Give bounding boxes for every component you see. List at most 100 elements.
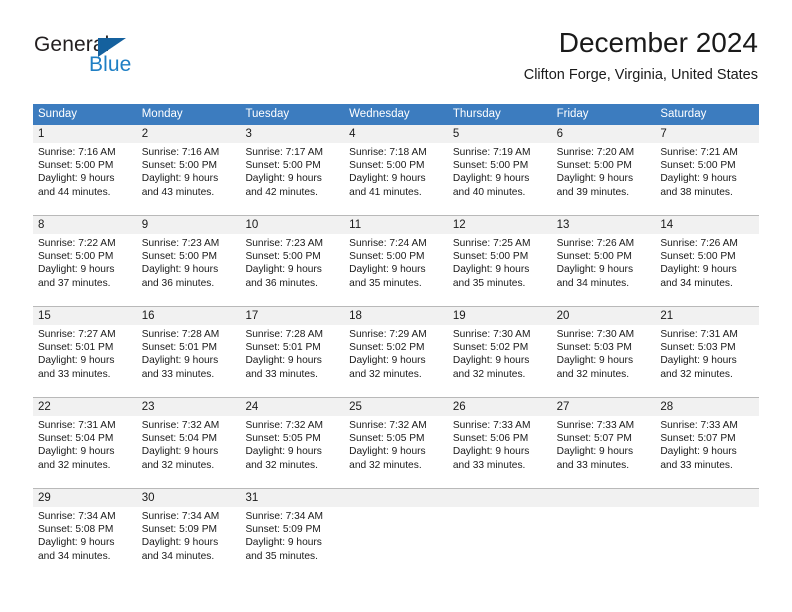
day-info-line: Sunset: 5:00 PM [141, 160, 218, 172]
day-info-line: and 32 minutes. [245, 459, 318, 471]
day-info-line: Sunset: 5:00 PM [452, 251, 529, 263]
general-blue-logo[interactable]: General Blue [34, 33, 224, 79]
day-cell[interactable]: Sunrise: 7:20 AM Sunset: 5:00 PM Daylight:… [552, 143, 656, 215]
day-cell[interactable]: Sunrise: 7:34 AM Sunset: 5:08 PM Daylight:… [33, 507, 137, 579]
day-number[interactable]: 4 [344, 125, 448, 143]
day-cell[interactable]: Sunrise: 7:34 AM Sunset: 5:09 PM Daylight:… [240, 507, 344, 579]
day-cell[interactable]: Sunrise: 7:29 AM Sunset: 5:02 PM Daylight:… [344, 325, 448, 397]
day-number[interactable]: 28 [655, 398, 759, 416]
day-number[interactable]: 16 [137, 307, 241, 325]
week-daynumber-band: 15 16 17 18 19 20 21 [33, 307, 759, 325]
day-cell[interactable]: Sunrise: 7:25 AM Sunset: 5:00 PM Daylight:… [448, 234, 552, 306]
day-number[interactable]: 14 [655, 216, 759, 234]
day-number[interactable]: 15 [33, 307, 137, 325]
day-info-line: and 32 minutes. [556, 368, 630, 380]
day-number[interactable]: 26 [448, 398, 552, 416]
day-cell[interactable]: Sunrise: 7:24 AM Sunset: 5:00 PM Daylight:… [344, 234, 448, 306]
day-number[interactable]: 27 [552, 398, 656, 416]
day-cell[interactable]: Sunrise: 7:21 AM Sunset: 5:00 PM Daylight:… [655, 143, 759, 215]
day-info-line: Daylight: 9 hours [141, 264, 219, 276]
day-cell[interactable]: Sunrise: 7:26 AM Sunset: 5:00 PM Daylight:… [552, 234, 656, 306]
page-title: December 2024 [558, 27, 758, 58]
day-number[interactable]: 23 [137, 398, 241, 416]
day-number-empty [655, 489, 759, 507]
day-number[interactable]: 10 [240, 216, 344, 234]
day-cell[interactable]: Sunrise: 7:23 AM Sunset: 5:00 PM Daylight:… [137, 234, 241, 306]
week-detail-band: Sunrise: 7:31 AM Sunset: 5:04 PM Daylight:… [33, 416, 759, 488]
day-info-line: Daylight: 9 hours [660, 446, 737, 458]
day-number[interactable]: 25 [344, 398, 448, 416]
day-info-line: Sunrise: 7:33 AM [660, 420, 738, 431]
day-number[interactable]: 21 [655, 307, 759, 325]
day-cell[interactable]: Sunrise: 7:32 AM Sunset: 5:05 PM Daylight:… [240, 416, 344, 488]
day-number[interactable]: 19 [448, 307, 552, 325]
day-info-line: Sunrise: 7:31 AM [38, 420, 116, 431]
day-cell[interactable]: Sunrise: 7:28 AM Sunset: 5:01 PM Daylight:… [137, 325, 241, 397]
day-number[interactable]: 6 [552, 125, 656, 143]
day-number[interactable]: 9 [137, 216, 241, 234]
day-cell[interactable]: Sunrise: 7:31 AM Sunset: 5:04 PM Daylight:… [33, 416, 137, 488]
day-number[interactable]: 22 [33, 398, 137, 416]
day-info-line: Daylight: 9 hours [141, 537, 219, 549]
day-number[interactable]: 7 [655, 125, 759, 143]
day-number[interactable]: 5 [448, 125, 552, 143]
day-cell[interactable]: Sunrise: 7:31 AM Sunset: 5:03 PM Daylight:… [655, 325, 759, 397]
day-number[interactable]: 12 [448, 216, 552, 234]
day-number-empty [552, 489, 656, 507]
page-header: General Blue December 2024 Clifton Forge… [0, 0, 792, 100]
day-cell[interactable]: Sunrise: 7:27 AM Sunset: 5:01 PM Daylight:… [33, 325, 137, 397]
day-info-line: and 32 minutes. [452, 368, 526, 380]
day-cell[interactable]: Sunrise: 7:33 AM Sunset: 5:07 PM Daylight:… [655, 416, 759, 488]
day-info-line: Sunset: 5:00 PM [660, 251, 736, 263]
day-info-line: Sunrise: 7:16 AM [38, 147, 116, 158]
day-cell[interactable]: Sunrise: 7:32 AM Sunset: 5:05 PM Daylight:… [344, 416, 448, 488]
day-cell[interactable]: Sunrise: 7:28 AM Sunset: 5:01 PM Daylight:… [240, 325, 344, 397]
day-info-line: Sunset: 5:02 PM [452, 342, 529, 354]
day-number[interactable]: 3 [240, 125, 344, 143]
day-cell[interactable]: Sunrise: 7:33 AM Sunset: 5:07 PM Daylight:… [552, 416, 656, 488]
day-cell[interactable]: Sunrise: 7:16 AM Sunset: 5:00 PM Daylight:… [33, 143, 137, 215]
day-number[interactable]: 11 [344, 216, 448, 234]
day-info-line: Daylight: 9 hours [245, 173, 322, 185]
day-info-line: Sunset: 5:00 PM [349, 160, 425, 172]
day-number[interactable]: 18 [344, 307, 448, 325]
day-cell[interactable]: Sunrise: 7:33 AM Sunset: 5:06 PM Daylight:… [448, 416, 552, 488]
day-info-line: and 33 minutes. [245, 368, 318, 380]
day-info-line: Daylight: 9 hours [141, 446, 219, 458]
day-number[interactable]: 17 [240, 307, 344, 325]
day-number[interactable]: 29 [33, 489, 137, 507]
day-info-line: Sunrise: 7:27 AM [38, 329, 116, 340]
day-number[interactable]: 1 [33, 125, 137, 143]
day-info-line: Daylight: 9 hours [38, 355, 115, 367]
day-number[interactable]: 13 [552, 216, 656, 234]
day-cell[interactable]: Sunrise: 7:18 AM Sunset: 5:00 PM Daylight:… [344, 143, 448, 215]
day-number[interactable]: 20 [552, 307, 656, 325]
day-cell[interactable]: Sunrise: 7:30 AM Sunset: 5:03 PM Daylight:… [552, 325, 656, 397]
day-cell[interactable]: Sunrise: 7:23 AM Sunset: 5:00 PM Daylight:… [240, 234, 344, 306]
day-number[interactable]: 30 [137, 489, 241, 507]
day-number[interactable]: 31 [240, 489, 344, 507]
day-info-line: and 33 minutes. [38, 368, 111, 380]
day-info-line: Sunset: 5:00 PM [245, 160, 321, 172]
day-cell[interactable]: Sunrise: 7:32 AM Sunset: 5:04 PM Daylight:… [137, 416, 241, 488]
day-cell[interactable]: Sunrise: 7:26 AM Sunset: 5:00 PM Daylight:… [655, 234, 759, 306]
day-cell[interactable]: Sunrise: 7:22 AM Sunset: 5:00 PM Daylight:… [33, 234, 137, 306]
day-cell[interactable]: Sunrise: 7:16 AM Sunset: 5:00 PM Daylight:… [137, 143, 241, 215]
day-info-line: Sunrise: 7:19 AM [452, 147, 531, 158]
day-cell[interactable]: Sunrise: 7:34 AM Sunset: 5:09 PM Daylight:… [137, 507, 241, 579]
day-info-line: Sunrise: 7:28 AM [141, 329, 220, 340]
day-info-line: Sunrise: 7:34 AM [245, 511, 324, 522]
day-info-line: and 36 minutes. [245, 277, 318, 289]
day-number[interactable]: 2 [137, 125, 241, 143]
day-cell[interactable]: Sunrise: 7:17 AM Sunset: 5:00 PM Daylight:… [240, 143, 344, 215]
day-cell[interactable]: Sunrise: 7:19 AM Sunset: 5:00 PM Daylight:… [448, 143, 552, 215]
day-info-line: Sunrise: 7:34 AM [38, 511, 116, 522]
day-info-line: and 35 minutes. [245, 550, 318, 562]
week-detail-band: Sunrise: 7:22 AM Sunset: 5:00 PM Daylight:… [33, 234, 759, 306]
day-number[interactable]: 24 [240, 398, 344, 416]
day-cell[interactable]: Sunrise: 7:30 AM Sunset: 5:02 PM Daylight:… [448, 325, 552, 397]
day-info-line: Daylight: 9 hours [660, 173, 737, 185]
day-info-line: and 43 minutes. [141, 186, 215, 198]
day-info-line: and 33 minutes. [452, 459, 526, 471]
day-number[interactable]: 8 [33, 216, 137, 234]
